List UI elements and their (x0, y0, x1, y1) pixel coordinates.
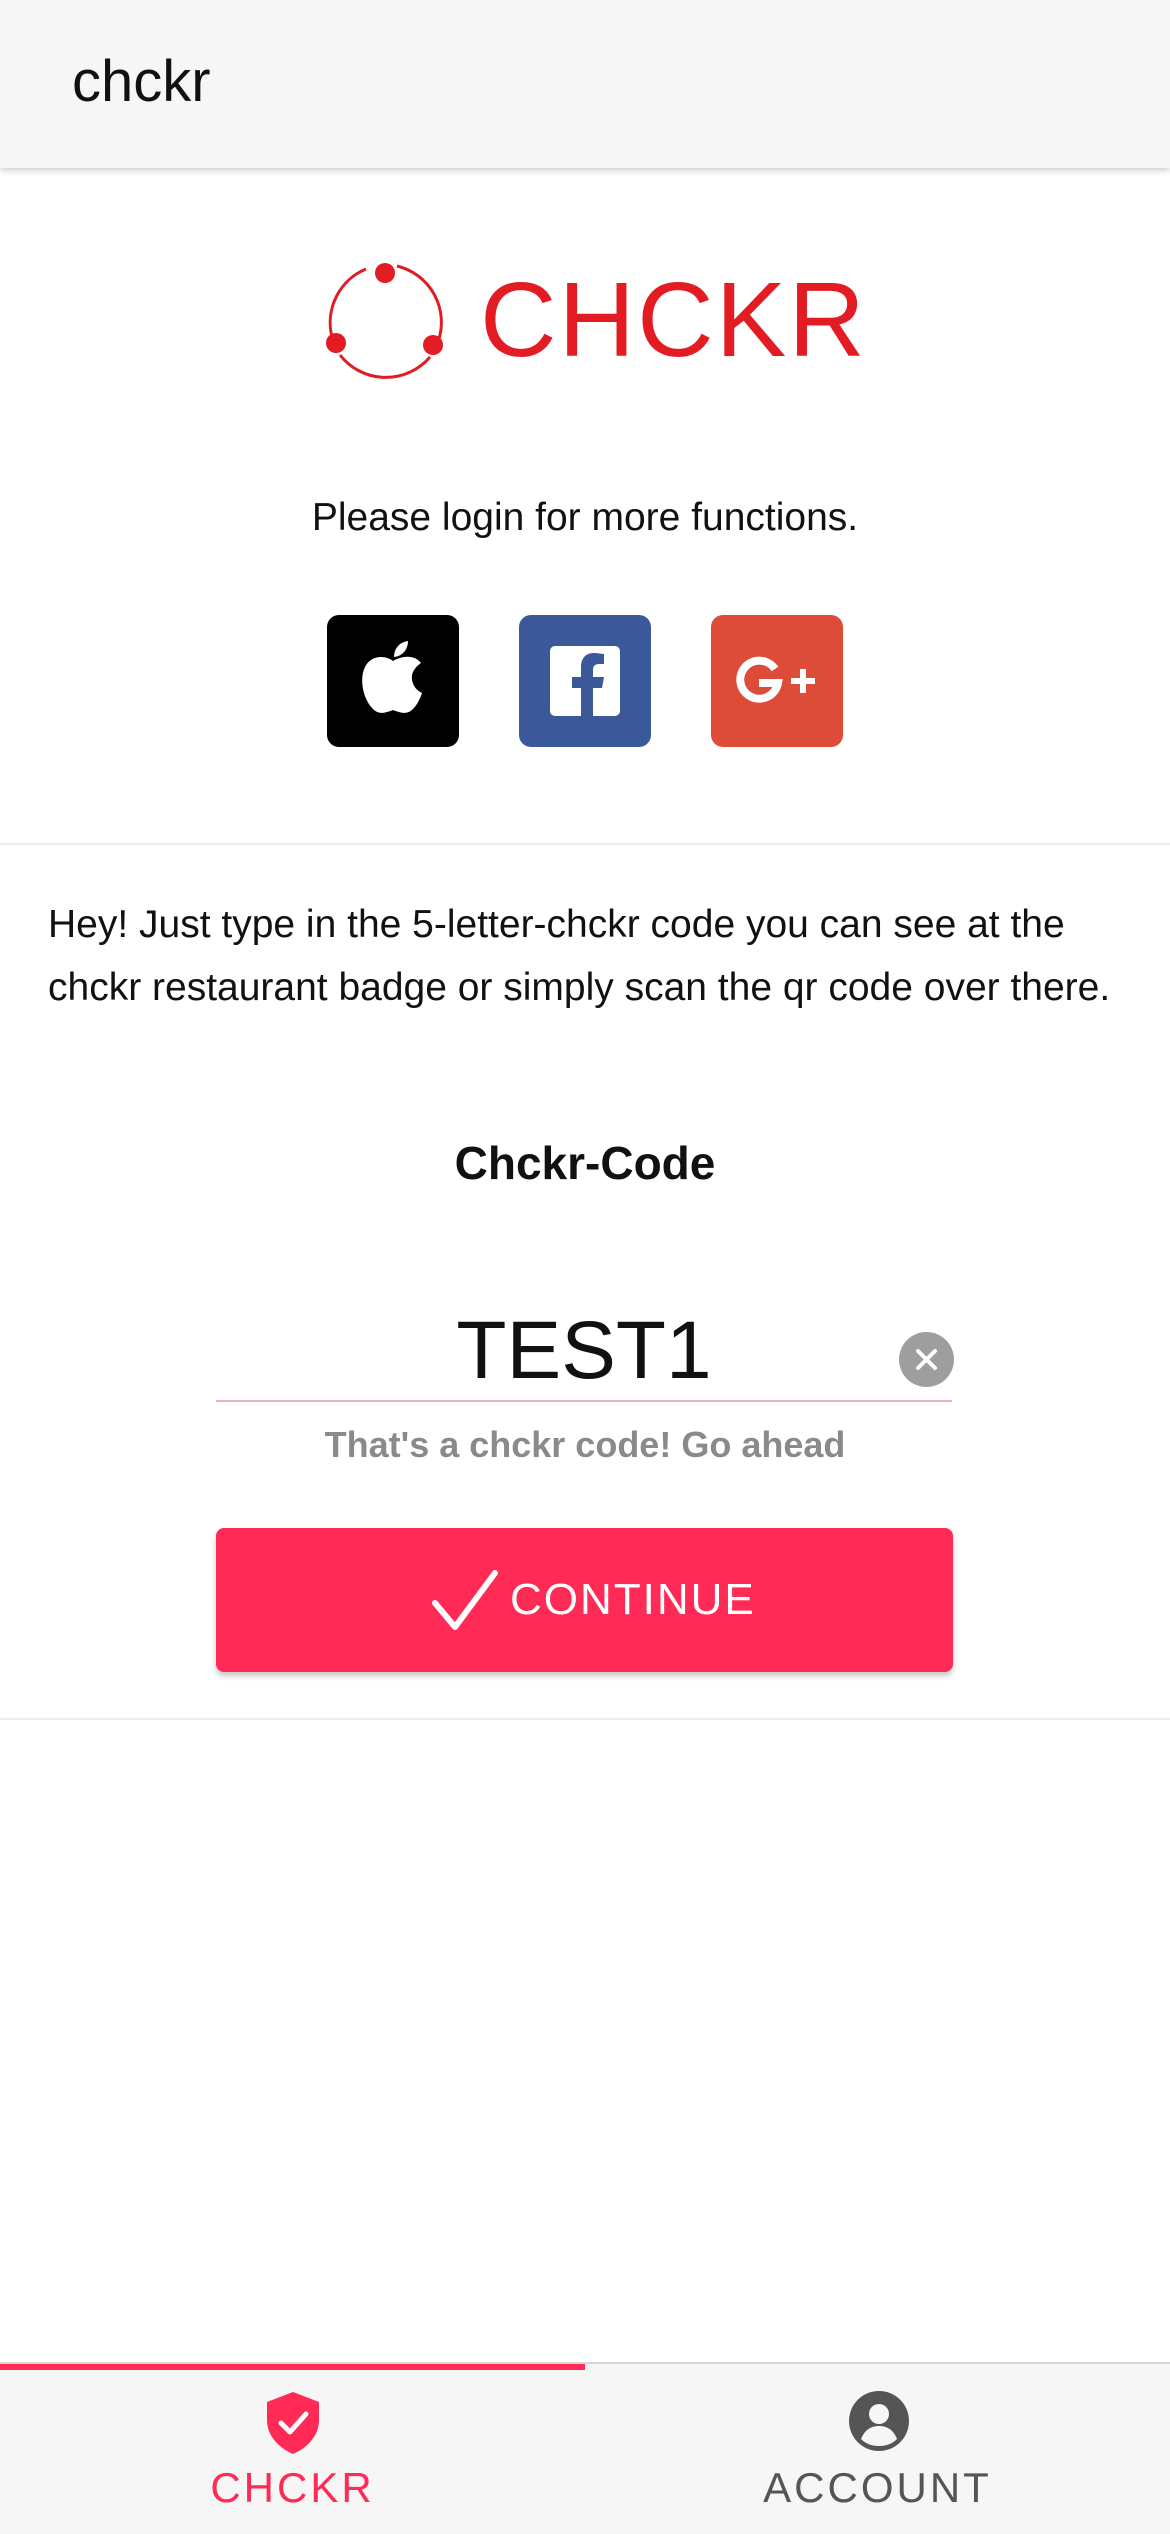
account-circle-icon (849, 2391, 909, 2451)
chckr-logo: CHCKR (320, 255, 865, 385)
bottom-tab-bar: CHCKR ACCOUNT (0, 2362, 1170, 2534)
close-icon (916, 1349, 937, 1370)
google-plus-icon (736, 656, 815, 703)
facebook-icon (550, 646, 620, 716)
shield-check-icon (267, 2392, 319, 2454)
chckr-logo-icon (326, 263, 443, 379)
app-header: chckr (0, 0, 1170, 168)
logo-text: CHCKR (480, 261, 867, 379)
continue-button-label: CONTINUE (510, 1575, 756, 1624)
header-title: chckr (72, 49, 211, 114)
chckr-code-input[interactable] (216, 1302, 952, 1402)
continue-button[interactable]: CONTINUE (216, 1528, 953, 1672)
active-tab-indicator (0, 2364, 585, 2370)
tab-chckr-label: CHCKR (210, 2464, 375, 2511)
instructions-text: Hey! Just type in the 5-letter-chckr cod… (48, 903, 1111, 1009)
section-divider (0, 1718, 1170, 1720)
checkmark-icon (432, 1570, 498, 1630)
facebook-login-button[interactable] (519, 615, 651, 747)
tab-chckr[interactable]: CHCKR (0, 2364, 585, 2534)
code-validation-hint: That's a chckr code! Go ahead (324, 1424, 846, 1465)
section-divider (0, 843, 1170, 845)
tab-account-label: ACCOUNT (763, 2464, 992, 2511)
clear-input-button[interactable] (899, 1332, 954, 1387)
code-heading: Chckr-Code (454, 1137, 716, 1189)
apple-icon (362, 641, 422, 713)
login-prompt: Please login for more functions. (311, 496, 859, 539)
apple-login-button[interactable] (327, 615, 459, 747)
tab-account[interactable]: ACCOUNT (585, 2364, 1170, 2534)
google-plus-login-button[interactable] (711, 615, 843, 747)
